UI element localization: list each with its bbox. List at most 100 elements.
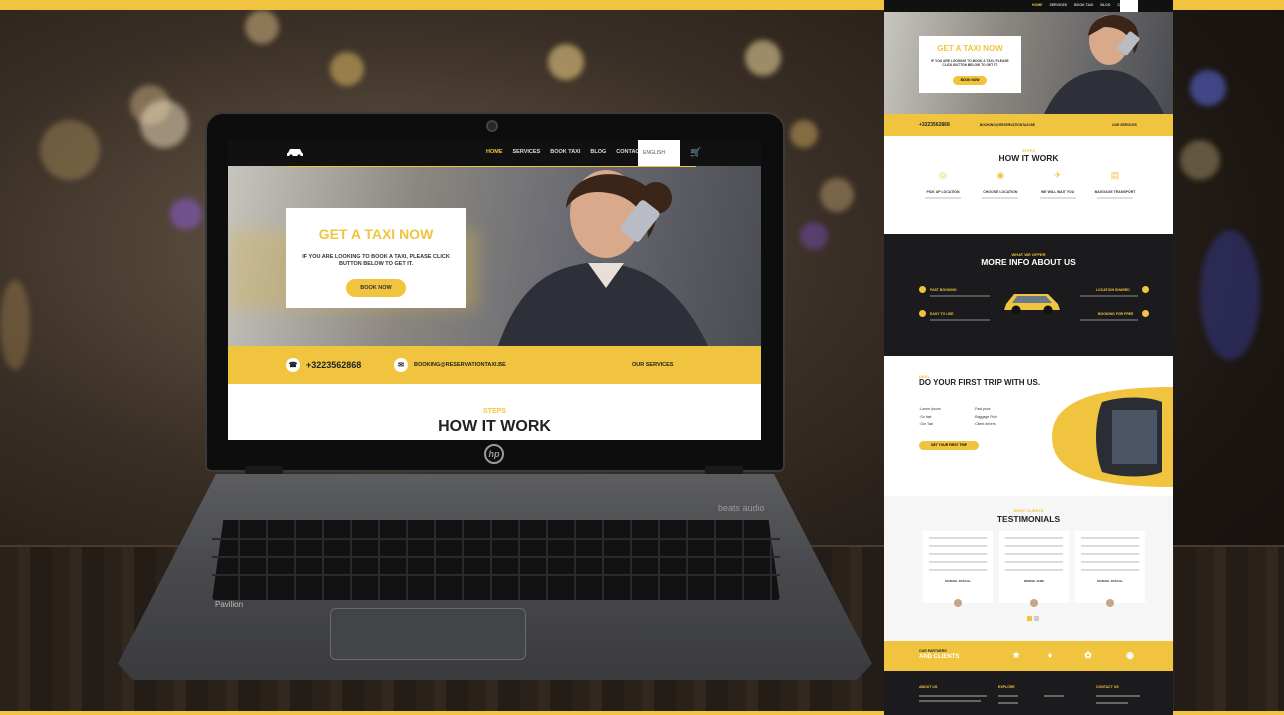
touchpad	[330, 608, 526, 660]
steps-label: STEPS	[483, 408, 506, 415]
yellow-car-topview	[1052, 387, 1173, 487]
step-name: BAGGAGE TRANSPORT	[1094, 190, 1136, 194]
testimonial-text	[1005, 569, 1063, 571]
footer-link[interactable]	[998, 702, 1018, 704]
preview-language-selector[interactable]	[1120, 0, 1138, 12]
feature-icon	[1142, 286, 1149, 293]
preview-nav-blog[interactable]: BLOG	[1100, 3, 1110, 7]
preview-hero: GET A TAXI NOW IF YOU ARE LOOKING TO BOO…	[884, 12, 1173, 114]
testimonials-label: WHAT CLIENTS	[1013, 508, 1044, 513]
keyboard-row	[212, 574, 780, 576]
partner-logo: ✿	[1084, 650, 1092, 660]
preview-nav-services[interactable]: SERVICES	[1050, 3, 1068, 7]
location-icon: ◉	[996, 170, 1005, 180]
footer-text	[919, 700, 981, 702]
step-text	[982, 197, 1019, 199]
footer-text	[1096, 695, 1140, 697]
phone-icon: ☎	[286, 358, 300, 372]
baggage-icon: ▤	[1110, 170, 1120, 180]
testimonial-text	[929, 561, 987, 563]
bokeh-light	[1180, 140, 1220, 180]
footer-contact-heading: CONTACT US	[1096, 685, 1119, 689]
preview-nav-book-taxi[interactable]: BOOK TAXI	[1074, 3, 1093, 7]
footer-text	[919, 695, 987, 697]
footer-link[interactable]	[1044, 695, 1064, 697]
hero-description: IF YOU ARE LOOKING TO BOOK A TAXI, PLEAS…	[302, 254, 450, 268]
bokeh-light	[40, 120, 100, 180]
nav-underline	[286, 166, 696, 167]
testimonials-title: TESTIMONIALS	[996, 514, 1061, 524]
step-text	[1096, 197, 1133, 199]
step-item: ▤ BAGGAGE TRANSPORT	[1091, 170, 1139, 199]
preview-phone[interactable]: +3223562868	[919, 122, 950, 128]
testimonial-text	[1005, 545, 1063, 547]
cart-icon[interactable]: 🛒	[690, 147, 701, 158]
preview-email[interactable]: BOOKING@RESERVATIONTAXI.BE	[980, 123, 1035, 127]
bokeh-light	[1200, 230, 1260, 360]
feature-text	[930, 319, 990, 321]
preview-testimonials-section: WHAT CLIENTS TESTIMONIALS MANUEL PASCAL …	[884, 496, 1173, 641]
testimonial-text	[1005, 553, 1063, 555]
phone-item[interactable]: ☎ +3223562868	[286, 358, 361, 372]
step-name: WE WILL WAIT YOU	[1040, 190, 1075, 194]
our-services-link[interactable]: OUR SERVICES	[632, 362, 673, 368]
keyboard-row	[212, 556, 780, 558]
preview-woman-photo	[1044, 14, 1164, 114]
first-trip-button[interactable]: GET YOUR FIRST TRIP	[919, 441, 979, 450]
bokeh-light	[820, 178, 854, 212]
footer-link[interactable]	[998, 695, 1018, 697]
avatar	[954, 599, 962, 607]
bokeh-light	[170, 198, 202, 230]
pagination-dot-active[interactable]	[1027, 616, 1032, 621]
nav-item-blog[interactable]: BLOG	[590, 149, 606, 155]
trip-list-item: Baggage Pick	[974, 414, 997, 422]
nav-item-home[interactable]: HOME	[486, 149, 503, 155]
step-name: PICK UP LOCATION	[926, 190, 960, 194]
laptop-keyboard	[212, 520, 780, 600]
email-item[interactable]: ✉ BOOKING@RESERVATIONTAXI.BE	[394, 358, 506, 372]
trip-list-item: Fast price	[974, 406, 997, 414]
feature-icon	[919, 310, 926, 317]
bokeh-light	[330, 52, 364, 86]
testimonial-name: MANUEL PASCAL	[945, 579, 971, 583]
trip-list-item: Client drivers	[974, 421, 997, 429]
taxi-car-icon[interactable]	[286, 146, 304, 158]
bokeh-light	[1190, 70, 1226, 106]
site-navbar: HOME SERVICES BOOK TAXI BLOG CONTACTS EN…	[228, 140, 761, 166]
partner-logo: ♦	[1047, 650, 1053, 660]
preview-steps-title: HOW IT WORK	[998, 153, 1059, 163]
bokeh-light	[548, 44, 584, 80]
step-item: ◎ PICK UP LOCATION	[919, 170, 967, 199]
preview-book-now-button[interactable]: BOOK NOW	[953, 75, 987, 85]
full-page-preview: GET A TAXI NOW IF YOU ARE LOOKING TO BOO…	[884, 0, 1173, 715]
language-selector[interactable]: ENGLISH	[638, 140, 680, 166]
bokeh-light	[0, 280, 30, 370]
nav-item-services[interactable]: SERVICES	[513, 149, 541, 155]
nav-item-book-taxi[interactable]: BOOK TAXI	[550, 149, 580, 155]
preview-hero-description: IF YOU ARE LOOKING TO BOOK A TAXI, PLEAS…	[931, 59, 1009, 68]
hero-title: GET A TAXI NOW	[318, 226, 434, 242]
trip-title: DO YOUR FIRST TRIP WITH US.	[919, 378, 1041, 387]
avatar	[1106, 599, 1114, 607]
step-item: ◉ CHOOSE LOCATION	[976, 170, 1024, 199]
laptop-model-label: Pavilion	[215, 600, 244, 609]
bokeh-light	[140, 100, 188, 148]
map-pin-icon: ◎	[939, 170, 947, 180]
preview-partners-section: OUR PARTNERS AND CLIENTS ★ ♦ ✿ ◉	[884, 641, 1173, 671]
book-now-button[interactable]: BOOK NOW	[346, 278, 406, 297]
preview-steps-list: ◎ PICK UP LOCATION ◉ CHOOSE LOCATION ✈ WE W…	[919, 170, 1139, 199]
preview-nav-home[interactable]: HOME	[1032, 3, 1043, 7]
preview-hero-title: GET A TAXI NOW	[937, 44, 1003, 53]
email-icon: ✉	[394, 358, 408, 372]
step-item: ✈ WE WILL WAIT YOU	[1034, 170, 1082, 199]
bokeh-light	[245, 10, 279, 44]
woman-on-phone-photo	[498, 170, 708, 346]
step-name: CHOOSE LOCATION	[983, 190, 1018, 194]
preview-services-link[interactable]: OUR SERVICES	[1112, 123, 1137, 127]
pagination-dot[interactable]	[1034, 616, 1039, 621]
testimonial-text	[1005, 537, 1063, 539]
testimonial-name: DENISE JANE	[1023, 579, 1044, 583]
testimonial-text	[929, 569, 987, 571]
trip-list-item: Our Taxi	[919, 421, 941, 429]
how-it-work-title: HOW IT WORK	[438, 418, 551, 435]
